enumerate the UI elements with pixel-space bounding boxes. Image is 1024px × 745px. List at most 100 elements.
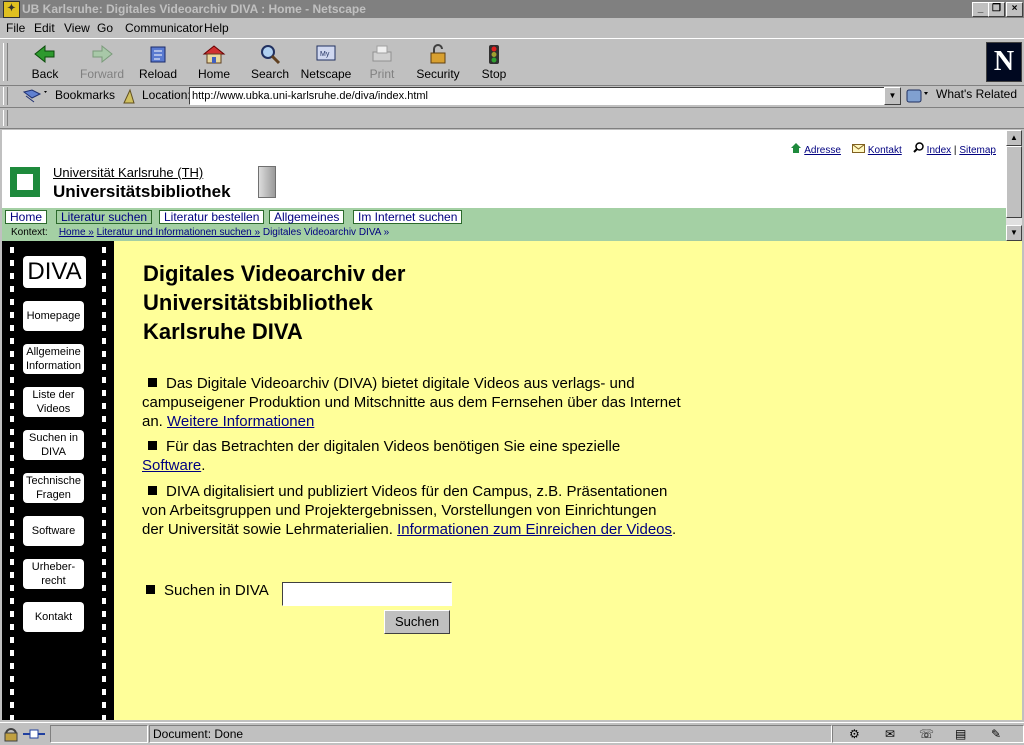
search-input[interactable]	[282, 582, 452, 606]
tab-literatur-suchen[interactable]: Literatur suchen	[56, 210, 153, 224]
security-button[interactable]: Security	[410, 41, 466, 83]
film-perforation	[10, 377, 14, 383]
restore-button[interactable]: ❐	[988, 2, 1005, 17]
sidebar-item-technische-fragen[interactable]: Technische Fragen	[23, 473, 84, 503]
composer-icon[interactable]: ▤	[955, 726, 966, 742]
location-label: Location:	[142, 88, 191, 102]
page-proxy-icon[interactable]	[120, 87, 138, 105]
diva-logo[interactable]: DIVA	[23, 256, 86, 288]
forward-button[interactable]: Forward	[74, 41, 130, 83]
print-button[interactable]: Print	[354, 41, 410, 83]
navigator-icon[interactable]: ⚙	[849, 726, 860, 742]
search-button[interactable]: Search	[242, 41, 298, 83]
connection-icon[interactable]	[22, 726, 46, 742]
einreichen-link[interactable]: Informationen zum Einreichen der Videos	[397, 521, 672, 538]
menu-help[interactable]: Help	[204, 21, 229, 35]
software-link[interactable]: Software	[142, 457, 201, 474]
svg-text:My: My	[320, 51, 330, 58]
film-perforation	[102, 260, 106, 266]
film-perforation	[102, 637, 106, 643]
whats-related-icon[interactable]	[905, 87, 931, 105]
page-title: Digitales Videoarchiv der Universitätsbi…	[143, 259, 405, 346]
whats-related-label[interactable]: What's Related	[936, 87, 1017, 101]
mail-icon[interactable]: ✉	[885, 726, 895, 742]
url-input[interactable]: http://www.ubka.uni-karlsruhe.de/diva/in…	[189, 87, 885, 105]
window-titlebar: ✦ UB Karlsruhe: Digitales Videoarchiv DI…	[0, 0, 1024, 18]
film-perforation	[102, 702, 106, 708]
netscape-logo[interactable]: N	[986, 42, 1022, 82]
film-perforation	[10, 338, 14, 344]
index-link[interactable]: Index	[927, 145, 951, 156]
film-perforation	[102, 273, 106, 279]
breadcrumb-home[interactable]: Home »	[59, 227, 94, 238]
sidebar-item-homepage[interactable]: Homepage	[23, 301, 84, 331]
film-perforation	[10, 247, 14, 253]
edit-icon[interactable]: ✎	[991, 726, 1001, 742]
film-perforation	[10, 390, 14, 396]
tab-literatur-bestellen[interactable]: Literatur bestellen	[159, 210, 265, 224]
back-button[interactable]: Back	[17, 41, 73, 83]
header-scrollbar[interactable]: ▲ ▼	[1006, 130, 1022, 241]
university-link[interactable]: Universität Karlsruhe (TH)	[53, 165, 203, 180]
window-title: UB Karlsruhe: Digitales Videoarchiv DIVA…	[22, 2, 366, 16]
film-perforation	[102, 572, 106, 578]
top-links: Adresse Kontakt Index | Sitemap	[790, 142, 996, 156]
tab-im-internet-suchen[interactable]: Im Internet suchen	[353, 210, 463, 224]
printer-icon	[372, 45, 392, 62]
film-perforation	[102, 299, 106, 305]
stop-button[interactable]: Stop	[466, 41, 522, 83]
film-perforation	[102, 663, 106, 669]
sidebar-item-liste-der-videos[interactable]: Liste der Videos	[23, 387, 84, 417]
film-perforation	[102, 312, 106, 318]
minimize-button[interactable]: _	[972, 2, 989, 17]
tab-home[interactable]: Home	[5, 210, 48, 224]
sidebar-item-kontakt[interactable]: Kontakt	[23, 602, 84, 632]
breadcrumb-label: Kontext:	[11, 227, 48, 238]
menu-communicator[interactable]: Communicator	[125, 21, 203, 35]
bookmarks-icon[interactable]	[22, 88, 50, 104]
intro-paragraph: Das Digitale Videoarchiv (DIVA) bietet d…	[142, 374, 682, 431]
discussion-icon[interactable]: ☏	[919, 726, 934, 742]
home-label: Home	[197, 67, 230, 81]
kontakt-link[interactable]: Kontakt	[868, 145, 902, 156]
status-text: Document: Done	[149, 725, 832, 743]
sidebar-item-allgemeine-information[interactable]: Allgemeine Information	[23, 344, 84, 374]
netscape-button[interactable]: My Netscape	[298, 41, 354, 83]
menu-file[interactable]: File	[6, 21, 25, 35]
close-button[interactable]: ×	[1006, 2, 1023, 17]
breadcrumb-current: Digitales Videoarchiv DIVA »	[262, 227, 390, 238]
personal-toolbar-grip[interactable]	[3, 110, 8, 126]
sidebar-item-software[interactable]: Software	[23, 516, 84, 546]
adresse-link[interactable]: Adresse	[804, 145, 841, 156]
sidebar-item-suchen-in-diva[interactable]: Suchen in DIVA	[23, 430, 84, 460]
home-button[interactable]: Home	[186, 41, 242, 83]
film-perforation	[102, 377, 106, 383]
my-netscape-icon: My	[316, 45, 336, 61]
reload-button[interactable]: Reload	[130, 41, 186, 83]
scroll-down-button[interactable]: ▼	[1006, 225, 1022, 241]
sidebar-item-urheberrecht[interactable]: Urheber-recht	[23, 559, 84, 589]
film-perforation	[102, 403, 106, 409]
search-label: Search	[250, 67, 290, 81]
netscape-app-icon[interactable]: ✦	[3, 1, 20, 18]
envelope-icon	[852, 144, 866, 153]
menu-edit[interactable]: Edit	[34, 21, 55, 35]
toolbar-grip[interactable]	[3, 43, 8, 81]
weitere-informationen-link[interactable]: Weitere Informationen	[167, 413, 314, 430]
sitemap-link[interactable]: Sitemap	[959, 145, 996, 156]
scroll-thumb[interactable]	[1006, 146, 1022, 218]
menu-view[interactable]: View	[64, 21, 90, 35]
bookmarks-label[interactable]: Bookmarks	[55, 88, 115, 102]
padlock-icon	[430, 44, 446, 64]
search-submit-button[interactable]: Suchen	[384, 610, 450, 634]
location-grip[interactable]	[3, 87, 8, 105]
print-label: Print	[369, 67, 395, 81]
tab-allgemeines[interactable]: Allgemeines	[269, 210, 345, 224]
forward-arrow-icon	[92, 44, 113, 64]
breadcrumb-literatur[interactable]: Literatur und Informationen suchen »	[97, 227, 260, 238]
security-status-icon[interactable]	[2, 726, 20, 742]
film-perforation	[10, 429, 14, 435]
url-dropdown-button[interactable]: ▼	[884, 87, 901, 105]
scroll-up-button[interactable]: ▲	[1006, 130, 1022, 146]
menu-go[interactable]: Go	[97, 21, 113, 35]
